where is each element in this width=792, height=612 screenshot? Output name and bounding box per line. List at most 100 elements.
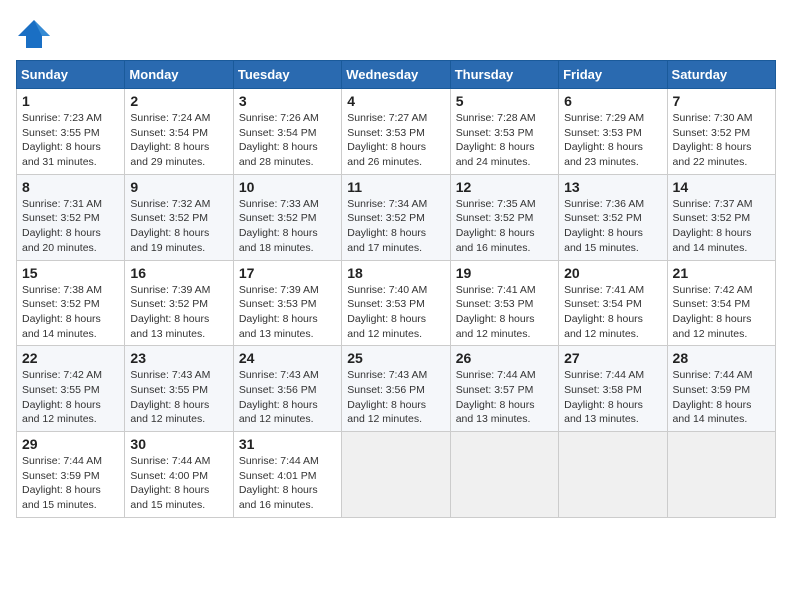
daylight-label: Daylight: 8 hours and 14 minutes. <box>673 227 752 254</box>
day-number: 18 <box>347 265 444 281</box>
calendar-day-cell: 2 Sunrise: 7:24 AM Sunset: 3:54 PM Dayli… <box>125 89 233 175</box>
day-number: 10 <box>239 179 336 195</box>
sunrise-label: Sunrise: 7:44 AM <box>456 369 536 381</box>
calendar-day-cell: 16 Sunrise: 7:39 AM Sunset: 3:52 PM Dayl… <box>125 260 233 346</box>
calendar-week-row: 8 Sunrise: 7:31 AM Sunset: 3:52 PM Dayli… <box>17 174 776 260</box>
calendar-week-row: 15 Sunrise: 7:38 AM Sunset: 3:52 PM Dayl… <box>17 260 776 346</box>
day-info: Sunrise: 7:42 AM Sunset: 3:54 PM Dayligh… <box>673 283 770 342</box>
day-info: Sunrise: 7:39 AM Sunset: 3:52 PM Dayligh… <box>130 283 227 342</box>
daylight-label: Daylight: 8 hours and 15 minutes. <box>130 484 209 511</box>
sunset-label: Sunset: 4:00 PM <box>130 470 208 482</box>
day-of-week-header: Friday <box>559 61 667 89</box>
sunrise-label: Sunrise: 7:28 AM <box>456 112 536 124</box>
day-number: 29 <box>22 436 119 452</box>
daylight-label: Daylight: 8 hours and 12 minutes. <box>130 399 209 426</box>
day-number: 13 <box>564 179 661 195</box>
daylight-label: Daylight: 8 hours and 12 minutes. <box>347 399 426 426</box>
calendar-day-cell: 15 Sunrise: 7:38 AM Sunset: 3:52 PM Dayl… <box>17 260 125 346</box>
day-info: Sunrise: 7:36 AM Sunset: 3:52 PM Dayligh… <box>564 197 661 256</box>
calendar-day-cell: 24 Sunrise: 7:43 AM Sunset: 3:56 PM Dayl… <box>233 346 341 432</box>
sunset-label: Sunset: 3:53 PM <box>239 298 317 310</box>
daylight-label: Daylight: 8 hours and 13 minutes. <box>564 399 643 426</box>
day-info: Sunrise: 7:44 AM Sunset: 3:59 PM Dayligh… <box>22 454 119 513</box>
daylight-label: Daylight: 8 hours and 18 minutes. <box>239 227 318 254</box>
calendar-day-cell: 23 Sunrise: 7:43 AM Sunset: 3:55 PM Dayl… <box>125 346 233 432</box>
sunrise-label: Sunrise: 7:42 AM <box>673 284 753 296</box>
sunrise-label: Sunrise: 7:42 AM <box>22 369 102 381</box>
sunrise-label: Sunrise: 7:30 AM <box>673 112 753 124</box>
sunrise-label: Sunrise: 7:44 AM <box>239 455 319 467</box>
sunset-label: Sunset: 3:52 PM <box>347 212 425 224</box>
calendar-day-cell <box>559 432 667 518</box>
day-number: 6 <box>564 93 661 109</box>
day-number: 20 <box>564 265 661 281</box>
sunset-label: Sunset: 3:56 PM <box>347 384 425 396</box>
day-number: 5 <box>456 93 553 109</box>
day-info: Sunrise: 7:33 AM Sunset: 3:52 PM Dayligh… <box>239 197 336 256</box>
calendar-day-cell: 6 Sunrise: 7:29 AM Sunset: 3:53 PM Dayli… <box>559 89 667 175</box>
daylight-label: Daylight: 8 hours and 26 minutes. <box>347 141 426 168</box>
calendar-day-cell: 29 Sunrise: 7:44 AM Sunset: 3:59 PM Dayl… <box>17 432 125 518</box>
day-info: Sunrise: 7:35 AM Sunset: 3:52 PM Dayligh… <box>456 197 553 256</box>
sunset-label: Sunset: 3:53 PM <box>347 298 425 310</box>
sunrise-label: Sunrise: 7:35 AM <box>456 198 536 210</box>
day-number: 12 <box>456 179 553 195</box>
calendar-day-cell <box>667 432 775 518</box>
sunset-label: Sunset: 3:52 PM <box>22 298 100 310</box>
sunrise-label: Sunrise: 7:40 AM <box>347 284 427 296</box>
calendar-day-cell: 27 Sunrise: 7:44 AM Sunset: 3:58 PM Dayl… <box>559 346 667 432</box>
calendar-day-cell: 28 Sunrise: 7:44 AM Sunset: 3:59 PM Dayl… <box>667 346 775 432</box>
calendar-day-cell: 3 Sunrise: 7:26 AM Sunset: 3:54 PM Dayli… <box>233 89 341 175</box>
sunset-label: Sunset: 3:57 PM <box>456 384 534 396</box>
sunset-label: Sunset: 3:52 PM <box>456 212 534 224</box>
daylight-label: Daylight: 8 hours and 12 minutes. <box>347 313 426 340</box>
daylight-label: Daylight: 8 hours and 19 minutes. <box>130 227 209 254</box>
sunset-label: Sunset: 3:52 PM <box>673 127 751 139</box>
sunrise-label: Sunrise: 7:37 AM <box>673 198 753 210</box>
sunset-label: Sunset: 3:56 PM <box>239 384 317 396</box>
daylight-label: Daylight: 8 hours and 16 minutes. <box>239 484 318 511</box>
daylight-label: Daylight: 8 hours and 15 minutes. <box>22 484 101 511</box>
day-info: Sunrise: 7:43 AM Sunset: 3:55 PM Dayligh… <box>130 368 227 427</box>
day-number: 25 <box>347 350 444 366</box>
sunrise-label: Sunrise: 7:26 AM <box>239 112 319 124</box>
sunrise-label: Sunrise: 7:27 AM <box>347 112 427 124</box>
day-of-week-header: Tuesday <box>233 61 341 89</box>
sunset-label: Sunset: 3:58 PM <box>564 384 642 396</box>
calendar-day-cell: 11 Sunrise: 7:34 AM Sunset: 3:52 PM Dayl… <box>342 174 450 260</box>
daylight-label: Daylight: 8 hours and 17 minutes. <box>347 227 426 254</box>
sunrise-label: Sunrise: 7:23 AM <box>22 112 102 124</box>
sunset-label: Sunset: 3:52 PM <box>22 212 100 224</box>
calendar-table: SundayMondayTuesdayWednesdayThursdayFrid… <box>16 60 776 518</box>
day-number: 28 <box>673 350 770 366</box>
sunset-label: Sunset: 3:54 PM <box>673 298 751 310</box>
sunset-label: Sunset: 3:55 PM <box>130 384 208 396</box>
sunrise-label: Sunrise: 7:29 AM <box>564 112 644 124</box>
calendar-day-cell: 13 Sunrise: 7:36 AM Sunset: 3:52 PM Dayl… <box>559 174 667 260</box>
daylight-label: Daylight: 8 hours and 24 minutes. <box>456 141 535 168</box>
sunrise-label: Sunrise: 7:39 AM <box>130 284 210 296</box>
day-number: 9 <box>130 179 227 195</box>
sunrise-label: Sunrise: 7:39 AM <box>239 284 319 296</box>
daylight-label: Daylight: 8 hours and 12 minutes. <box>673 313 752 340</box>
calendar-day-cell: 10 Sunrise: 7:33 AM Sunset: 3:52 PM Dayl… <box>233 174 341 260</box>
calendar-day-cell: 21 Sunrise: 7:42 AM Sunset: 3:54 PM Dayl… <box>667 260 775 346</box>
day-number: 3 <box>239 93 336 109</box>
day-info: Sunrise: 7:37 AM Sunset: 3:52 PM Dayligh… <box>673 197 770 256</box>
daylight-label: Daylight: 8 hours and 15 minutes. <box>564 227 643 254</box>
day-number: 17 <box>239 265 336 281</box>
calendar-day-cell: 4 Sunrise: 7:27 AM Sunset: 3:53 PM Dayli… <box>342 89 450 175</box>
calendar-day-cell: 30 Sunrise: 7:44 AM Sunset: 4:00 PM Dayl… <box>125 432 233 518</box>
sunrise-label: Sunrise: 7:44 AM <box>673 369 753 381</box>
sunrise-label: Sunrise: 7:41 AM <box>456 284 536 296</box>
day-info: Sunrise: 7:39 AM Sunset: 3:53 PM Dayligh… <box>239 283 336 342</box>
daylight-label: Daylight: 8 hours and 31 minutes. <box>22 141 101 168</box>
day-info: Sunrise: 7:40 AM Sunset: 3:53 PM Dayligh… <box>347 283 444 342</box>
sunrise-label: Sunrise: 7:34 AM <box>347 198 427 210</box>
daylight-label: Daylight: 8 hours and 23 minutes. <box>564 141 643 168</box>
calendar-day-cell <box>342 432 450 518</box>
day-info: Sunrise: 7:43 AM Sunset: 3:56 PM Dayligh… <box>239 368 336 427</box>
day-number: 11 <box>347 179 444 195</box>
daylight-label: Daylight: 8 hours and 22 minutes. <box>673 141 752 168</box>
day-info: Sunrise: 7:43 AM Sunset: 3:56 PM Dayligh… <box>347 368 444 427</box>
